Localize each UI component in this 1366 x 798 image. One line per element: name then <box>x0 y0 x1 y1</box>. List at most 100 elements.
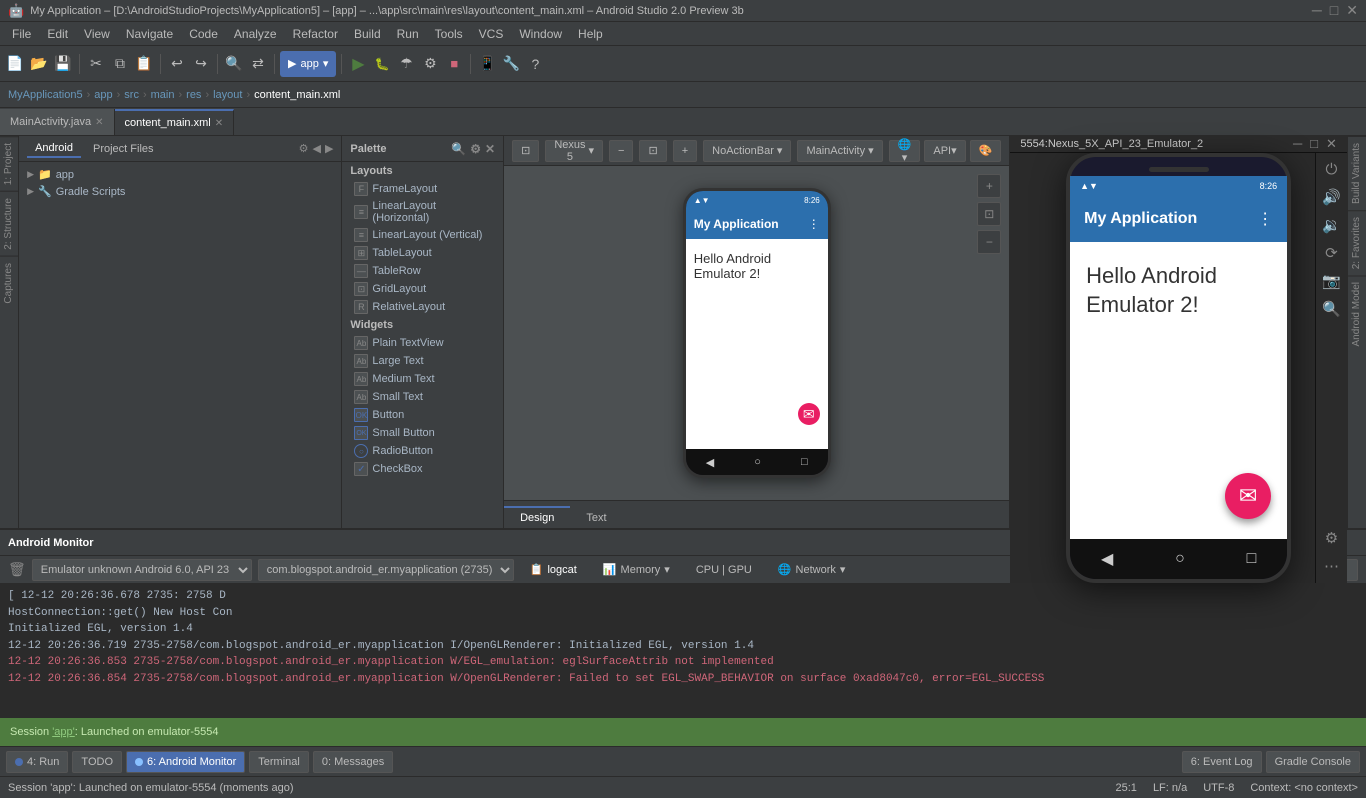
vtab-favorites[interactable]: 2: Favorites <box>1348 210 1366 275</box>
emu-back-btn[interactable]: ◀ <box>1101 549 1113 569</box>
redo-btn[interactable]: ↪ <box>190 53 212 75</box>
run-bottom-btn[interactable]: 4: Run <box>6 751 68 773</box>
palette-small-button[interactable]: OK Small Button <box>342 424 503 442</box>
canvas-area[interactable]: ▲▼ 8:26 My Application ⋮ Hello Android E… <box>504 166 1009 500</box>
palette-radiobutton[interactable]: ○ RadioButton <box>342 442 503 460</box>
stop-btn[interactable]: ■ <box>443 53 465 75</box>
palette-large-text[interactable]: Ab Large Text <box>342 352 503 370</box>
view-tab-design[interactable]: Design <box>504 506 570 528</box>
bc-item-5[interactable]: layout <box>213 89 242 101</box>
minimize-btn[interactable]: ─ <box>1312 2 1322 19</box>
copy-btn[interactable]: ⧉ <box>109 53 131 75</box>
tab-main-activity[interactable]: MainActivity.java ✕ <box>0 109 115 135</box>
emu-power-btn[interactable]: ⏻ <box>1326 161 1338 178</box>
bc-item-4[interactable]: res <box>186 89 201 101</box>
tree-item-app[interactable]: ▶ 📁 app <box>19 166 341 183</box>
monitor-tab-network[interactable]: 🌐 Network ▾ <box>768 561 856 578</box>
menu-refactor[interactable]: Refactor <box>285 25 346 43</box>
delete-icon[interactable]: 🗑 <box>8 561 26 578</box>
menu-run[interactable]: Run <box>389 25 427 43</box>
terminal-btn[interactable]: Terminal <box>249 751 309 773</box>
debug-btn[interactable]: 🐛 <box>371 53 393 75</box>
event-log-btn[interactable]: 6: Event Log <box>1182 751 1262 773</box>
canvas-zoom-fit-btn[interactable]: ⊡ <box>977 202 1001 226</box>
vtab-project[interactable]: 1: Project <box>0 136 18 191</box>
coverage-btn[interactable]: ☂ <box>395 53 417 75</box>
maximize-btn[interactable]: □ <box>1330 2 1338 19</box>
phone-back-btn[interactable]: ◀ <box>706 456 714 469</box>
menu-edit[interactable]: Edit <box>39 25 76 43</box>
zoom-out-btn[interactable]: − <box>609 140 633 162</box>
palette-checkbox[interactable]: ✓ CheckBox <box>342 460 503 478</box>
theme-btn[interactable]: 🎨 <box>970 140 1002 162</box>
palette-small-text[interactable]: Ab Small Text <box>342 388 503 406</box>
emulator-minimize-btn[interactable]: ─ <box>1293 136 1302 152</box>
menu-build[interactable]: Build <box>346 25 389 43</box>
phone-recents-btn[interactable]: □ <box>801 456 808 468</box>
palette-button[interactable]: OK Button <box>342 406 503 424</box>
avd-btn[interactable]: 📱 <box>476 53 498 75</box>
android-monitor-btn[interactable]: 6: Android Monitor <box>126 751 245 773</box>
emu-zoom-btn[interactable]: 🔍 <box>1322 300 1341 318</box>
tree-item-gradle[interactable]: ▶ 🔧 Gradle Scripts <box>19 183 341 200</box>
device-selector[interactable]: Nexus 5▾ <box>545 140 603 162</box>
memory-options-icon[interactable]: ▾ <box>664 563 670 576</box>
todo-btn[interactable]: TODO <box>72 751 122 773</box>
phone-fab[interactable]: ✉ <box>798 403 820 425</box>
close-btn[interactable]: ✕ <box>1346 2 1358 19</box>
palette-linearlayout-h[interactable]: ≡ LinearLayout (Horizontal) <box>342 198 503 226</box>
run-btn[interactable]: ▶ <box>347 53 369 75</box>
replace-btn[interactable]: ⇄ <box>247 53 269 75</box>
menu-vcs[interactable]: VCS <box>471 25 512 43</box>
palette-tablerow[interactable]: — TableRow <box>342 262 503 280</box>
palette-gridlayout[interactable]: ⊡ GridLayout <box>342 280 503 298</box>
paste-btn[interactable]: 📋 <box>133 53 155 75</box>
panel-tab-project-files[interactable]: Project Files <box>85 141 162 157</box>
panel-settings-icon[interactable]: ⚙ <box>299 142 309 155</box>
app-dropdown[interactable]: ▶ app ▾ <box>280 51 336 77</box>
panel-chevron-left[interactable]: ◀ <box>312 142 320 155</box>
menu-file[interactable]: File <box>4 25 39 43</box>
bc-item-3[interactable]: main <box>151 89 175 101</box>
layout-toggle-btn[interactable]: ⊡ <box>512 140 539 162</box>
menu-window[interactable]: Window <box>511 25 570 43</box>
canvas-zoom-out-btn[interactable]: − <box>977 230 1001 254</box>
tab-content-main[interactable]: content_main.xml ✕ <box>115 109 235 135</box>
profile-btn[interactable]: ⚙ <box>419 53 441 75</box>
monitor-tab-memory[interactable]: 📊 Memory ▾ <box>593 561 680 578</box>
theme-selector[interactable]: NoActionBar▾ <box>703 140 791 162</box>
open-btn[interactable]: 📂 <box>28 53 50 75</box>
bc-item-2[interactable]: src <box>124 89 139 101</box>
cut-btn[interactable]: ✂ <box>85 53 107 75</box>
phone-home-btn[interactable]: ○ <box>754 456 761 468</box>
palette-close-icon[interactable]: ✕ <box>485 142 495 156</box>
palette-settings-icon[interactable]: ⚙ <box>470 142 481 156</box>
bc-item-1[interactable]: app <box>94 89 112 101</box>
package-selector[interactable]: com.blogspot.android_er.myapplication (2… <box>258 559 514 581</box>
search-btn[interactable]: 🔍 <box>223 53 245 75</box>
gradle-console-btn[interactable]: Gradle Console <box>1266 751 1360 773</box>
emu-home-btn[interactable]: ○ <box>1175 550 1185 568</box>
menu-navigate[interactable]: Navigate <box>118 25 181 43</box>
vtab-android-model[interactable]: Android Model <box>1348 275 1366 352</box>
panel-chevron-right[interactable]: ▶ <box>325 142 333 155</box>
menu-view[interactable]: View <box>76 25 118 43</box>
vtab-captures[interactable]: Captures <box>0 256 18 310</box>
locale-btn[interactable]: 🌐▾ <box>889 140 921 162</box>
canvas-zoom-in-btn[interactable]: + <box>977 174 1001 198</box>
menu-tools[interactable]: Tools <box>427 25 471 43</box>
tab-content-main-close[interactable]: ✕ <box>215 118 223 129</box>
fit-screen-btn[interactable]: ⊡ <box>639 140 666 162</box>
menu-help[interactable]: Help <box>570 25 611 43</box>
menu-analyze[interactable]: Analyze <box>226 25 285 43</box>
api-level-btn[interactable]: API▾ <box>924 140 965 162</box>
bc-item-0[interactable]: MyApplication5 <box>8 89 83 101</box>
panel-tab-android[interactable]: Android <box>27 140 81 158</box>
network-options-icon[interactable]: ▾ <box>840 563 846 576</box>
monitor-tab-cpu[interactable]: CPU | GPU <box>686 562 762 578</box>
emu-more-btn[interactable]: ⋯ <box>1324 557 1339 575</box>
vtab-structure[interactable]: 2: Structure <box>0 191 18 256</box>
vtab-build-variants[interactable]: Build Variants <box>1348 136 1366 210</box>
activity-selector[interactable]: MainActivity▾ <box>797 140 882 162</box>
emu-rotate-btn[interactable]: ⟳ <box>1325 244 1338 262</box>
